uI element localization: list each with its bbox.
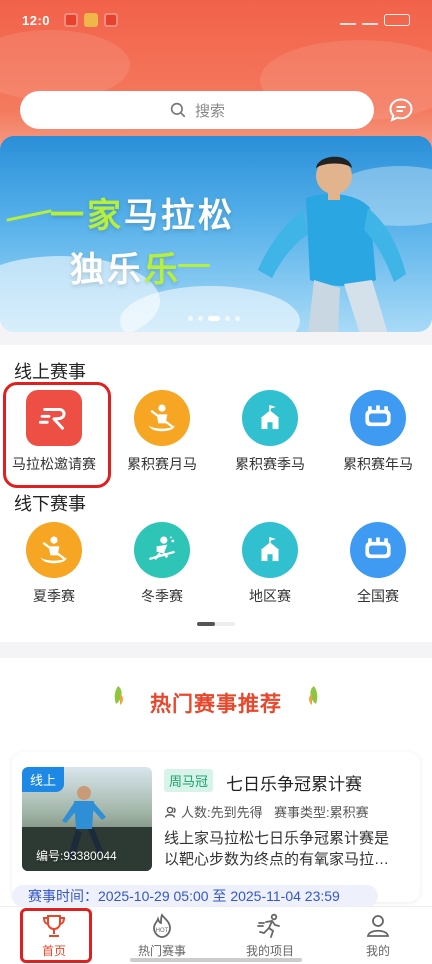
tab-label: 我的项目	[245, 944, 294, 958]
offline-section-title: 线下赛事	[14, 494, 86, 514]
grid-item-label: 全国赛	[357, 588, 399, 604]
event-people-text: 人数:先到先得	[181, 805, 263, 820]
skiing-icon	[134, 522, 190, 578]
banner-line-2-main: 独乐	[70, 251, 144, 289]
grid-item-monthly-cumulative[interactable]: 累积赛月马	[108, 390, 216, 474]
event-type-tag: 周马冠	[164, 769, 214, 792]
tab-my-projects[interactable]: 我的项目	[216, 911, 324, 959]
grid-item-label: 累积赛季马	[235, 456, 305, 472]
tab-label: 热门赛事	[137, 944, 186, 958]
stadium-icon	[350, 390, 406, 446]
online-section-title: 线上赛事	[14, 362, 86, 382]
grid-item-label: 冬季赛	[141, 588, 183, 604]
pagination-dot	[235, 316, 240, 321]
notification-icons	[64, 13, 119, 27]
search-placeholder: 搜索	[194, 102, 225, 120]
banner-line-1: 一家马拉松	[50, 188, 235, 237]
school-icon	[242, 522, 298, 578]
event-description: 线上家马拉松七日乐争冠累计赛是以靶心步数为终点的有氧家马拉…	[164, 830, 390, 868]
rowing-icon	[26, 522, 82, 578]
tab-profile[interactable]: 我的	[324, 911, 432, 959]
hot-events-title: 热门赛事推荐	[150, 693, 282, 716]
tab-hot-events[interactable]: HOT 热门赛事	[108, 911, 216, 959]
grid-item-summer[interactable]: 夏季赛	[0, 522, 108, 606]
status-time: 12:0	[22, 12, 51, 28]
pagination-dot	[198, 316, 203, 321]
battery-icon	[384, 14, 410, 26]
status-bar: 12:0	[0, 0, 432, 40]
selection-highlight	[3, 382, 111, 488]
grid-item-regional[interactable]: 地区赛	[216, 522, 324, 606]
search-input[interactable]: 搜索	[20, 91, 374, 129]
grid-item-label: 累积赛月马	[127, 456, 197, 472]
grid-item-annual-cumulative[interactable]: 累积赛年马	[324, 390, 432, 474]
event-number: 编号:93380044	[36, 849, 117, 863]
system-indicators	[340, 14, 410, 26]
pagination-dot	[225, 316, 230, 321]
app-notification-icon	[104, 13, 119, 27]
banner-line-2: 独乐乐	[70, 242, 181, 291]
grid-pager-thumb	[197, 622, 215, 626]
school-icon	[242, 390, 298, 446]
promo-banner[interactable]: 一家马拉松 独乐乐	[0, 136, 432, 332]
online-tag: 线上	[22, 767, 65, 792]
grid-item-national[interactable]: 全国赛	[324, 522, 432, 606]
search-icon	[170, 102, 186, 118]
stadium-icon	[350, 522, 406, 578]
event-title: 七日乐争冠累计赛	[226, 775, 362, 794]
tab-selection-highlight	[20, 908, 92, 963]
banner-line-2-accent: 乐	[144, 251, 181, 289]
pagination-dot-active	[208, 316, 220, 321]
banner-pagination	[188, 316, 240, 321]
banner-line-1-main: 马拉松	[124, 197, 235, 235]
tab-label: 我的	[365, 944, 390, 958]
signal-icon	[340, 15, 356, 25]
home-indicator[interactable]	[130, 958, 302, 962]
people-icon	[164, 806, 176, 818]
running-person-icon	[257, 913, 280, 938]
message-icon[interactable]	[388, 97, 414, 123]
grid-pager	[197, 622, 235, 626]
event-category: 赛事类型:累积赛	[274, 802, 369, 821]
grid-item-label: 地区赛	[249, 588, 291, 604]
grid-item-quarterly-cumulative[interactable]: 累积赛季马	[216, 390, 324, 474]
event-people: 人数:先到先得	[164, 802, 263, 821]
hot-icon: HOT	[153, 913, 171, 938]
pagination-dot	[188, 316, 193, 321]
event-category-text: 赛事类型:累积赛	[274, 805, 369, 820]
banner-line-1-prefix: 一家	[50, 197, 124, 235]
event-image[interactable]: 线上 编号:93380044	[22, 767, 152, 871]
user-icon	[366, 915, 390, 937]
grid-item-label: 夏季赛	[33, 588, 75, 604]
svg-text:HOT: HOT	[156, 928, 169, 934]
leaf-decoration-icon	[309, 686, 318, 705]
event-time: 赛事时间：2025-10-29 05:00 至 2025-11-04 23:59	[12, 885, 378, 907]
grid-item-label: 累积赛年马	[343, 456, 413, 472]
wifi-icon	[362, 15, 378, 25]
runner-illustration	[258, 156, 406, 332]
grid-item-winter[interactable]: 冬季赛	[108, 522, 216, 606]
rowing-icon	[134, 390, 190, 446]
app-notification-icon	[84, 13, 99, 27]
app-notification-icon	[64, 13, 79, 27]
